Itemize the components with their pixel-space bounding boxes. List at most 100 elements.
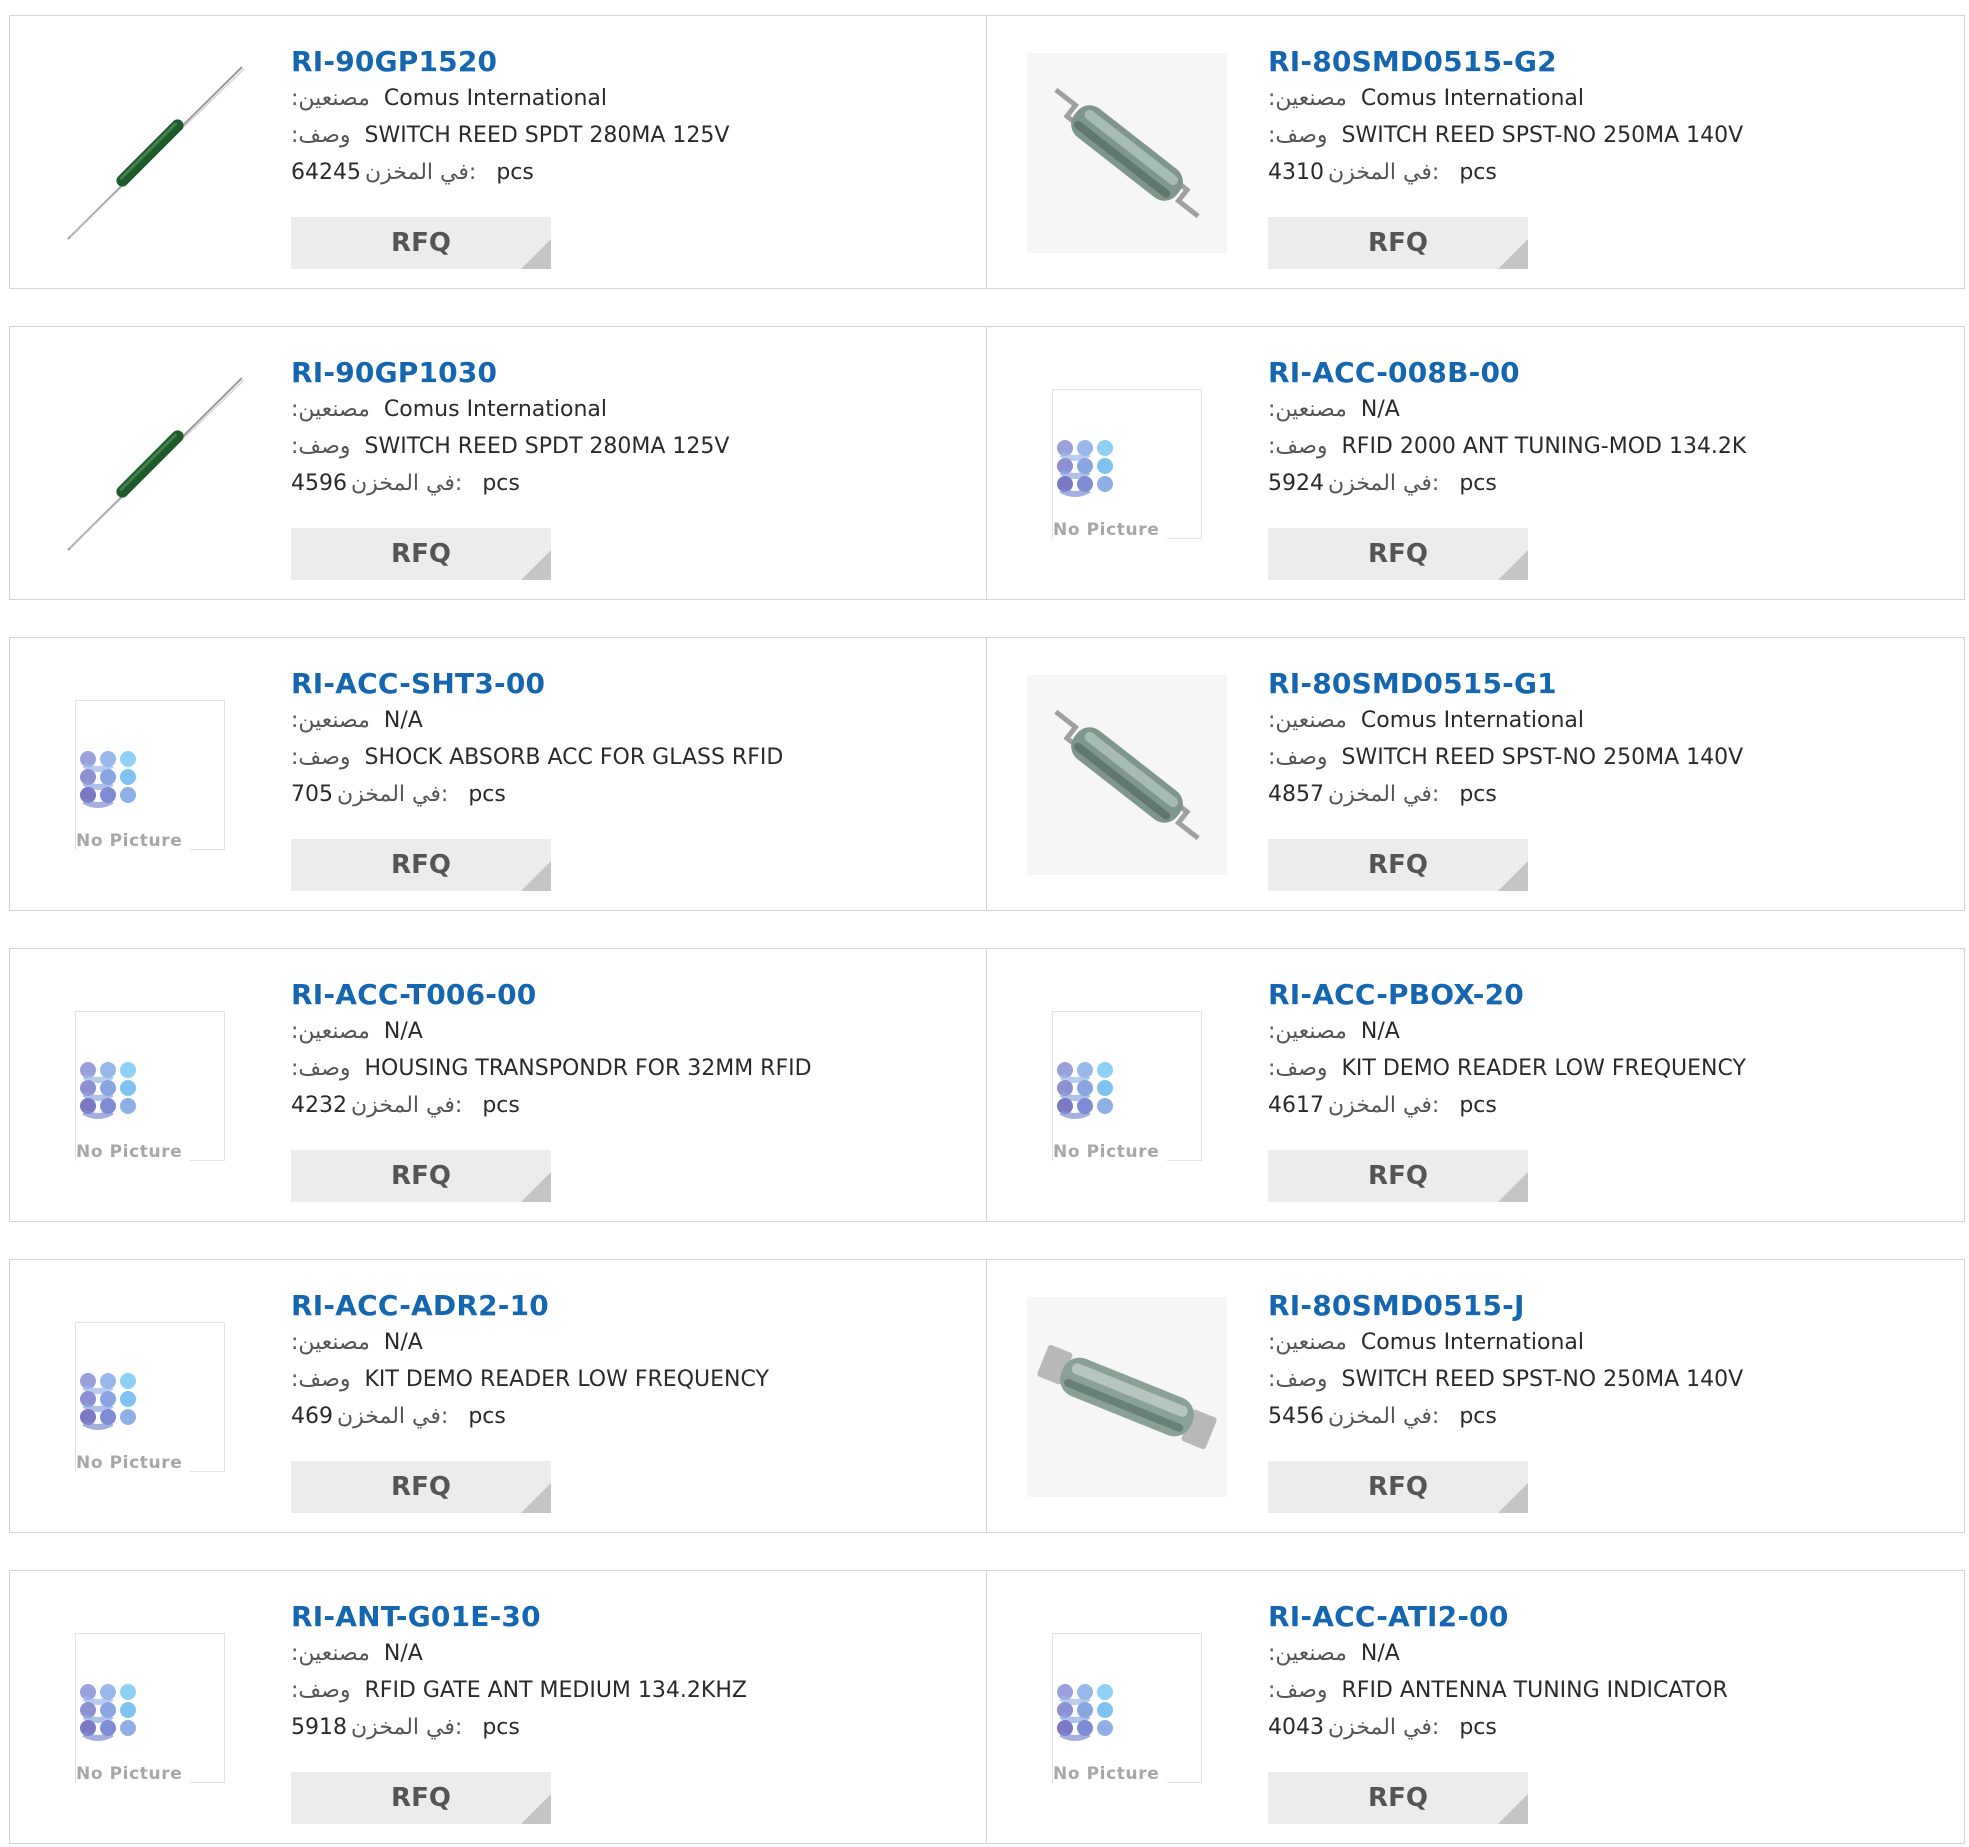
stock-label: في المخزن: xyxy=(1328,1093,1440,1118)
no-picture-placeholder: No Picture xyxy=(75,1322,225,1473)
description-row: :وصف RFID GATE ANT MEDIUM 134.2KHZ xyxy=(291,1672,747,1709)
corner-fold-icon xyxy=(1498,239,1528,269)
manufacturer-value: N/A xyxy=(383,1330,423,1355)
rfq-button[interactable]: RFQ xyxy=(291,839,551,891)
manufacturer-value: Comus International xyxy=(383,397,607,422)
manufacturer-row: :مصنعين N/A xyxy=(1268,1635,1728,1672)
part-number-link[interactable]: RI-90GP1520 xyxy=(291,44,729,80)
product-image[interactable] xyxy=(40,46,260,260)
product-image[interactable] xyxy=(1017,46,1237,260)
rfq-button[interactable]: RFQ xyxy=(1268,528,1528,580)
stock-row: 64245 في المخزن: pcs xyxy=(291,154,729,191)
part-number-link[interactable]: RI-80SMD0515-G2 xyxy=(1268,44,1743,80)
stock-value: 5918 xyxy=(291,1715,347,1740)
product-image[interactable] xyxy=(40,357,260,571)
part-number-link[interactable]: RI-ACC-SHT3-00 xyxy=(291,666,783,702)
manufacturer-row: :مصنعين N/A xyxy=(1268,1013,1746,1050)
rfq-button[interactable]: RFQ xyxy=(1268,217,1528,269)
product-image[interactable]: No Picture xyxy=(1017,979,1237,1193)
product-info: RI-ACC-SHT3-00 :مصنعين N/A :وصف SHOCK ABSO… xyxy=(291,666,783,813)
part-number-link[interactable]: RI-ACC-PBOX-20 xyxy=(1268,977,1746,1013)
product-card: No Picture RI-ACC-ADR2-10 :مصنعين N/A :وص… xyxy=(9,1259,987,1533)
product-info: RI-ACC-PBOX-20 :مصنعين N/A :وصف KIT DEMO R… xyxy=(1268,977,1746,1124)
stock-label: في المخزن: xyxy=(351,1715,463,1740)
no-picture-icon xyxy=(80,1684,136,1741)
stock-unit: pcs xyxy=(468,782,506,807)
rfq-button[interactable]: RFQ xyxy=(1268,1461,1528,1513)
manufacturer-value: Comus International xyxy=(383,86,607,111)
no-picture-placeholder: No Picture xyxy=(1052,389,1202,540)
rfq-button[interactable]: RFQ xyxy=(1268,1150,1528,1202)
description-value: RFID ANTENNA TUNING INDICATOR xyxy=(1341,1678,1728,1703)
manufacturer-value: N/A xyxy=(1360,1641,1400,1666)
rfq-button[interactable]: RFQ xyxy=(291,1461,551,1513)
no-picture-label: No Picture xyxy=(76,1142,191,1162)
product-image[interactable]: No Picture xyxy=(40,668,260,882)
part-number-link[interactable]: RI-ACC-008B-00 xyxy=(1268,355,1746,391)
no-picture-placeholder: No Picture xyxy=(1052,1633,1202,1784)
part-number-link[interactable]: RI-80SMD0515-G1 xyxy=(1268,666,1743,702)
manufacturer-label: :مصنعين xyxy=(291,1330,370,1355)
no-picture-placeholder: No Picture xyxy=(75,1011,225,1162)
rfq-button[interactable]: RFQ xyxy=(1268,1772,1528,1824)
part-number-link[interactable]: RI-80SMD0515-J xyxy=(1268,1288,1743,1324)
reed-switch-smd-icon xyxy=(1027,675,1227,875)
rfq-button[interactable]: RFQ xyxy=(291,217,551,269)
product-image[interactable]: No Picture xyxy=(1017,1601,1237,1815)
part-number-link[interactable]: RI-ACC-ADR2-10 xyxy=(291,1288,769,1324)
product-card: No Picture RI-ACC-ATI2-00 :مصنعين N/A :وص… xyxy=(987,1570,1965,1844)
stock-value: 4232 xyxy=(291,1093,347,1118)
no-picture-label: No Picture xyxy=(76,831,191,851)
no-picture-label: No Picture xyxy=(1053,1142,1168,1162)
stock-label: في المخزن: xyxy=(1328,782,1440,807)
no-picture-label: No Picture xyxy=(76,1764,191,1784)
product-image[interactable]: No Picture xyxy=(1017,357,1237,571)
product-info: RI-80SMD0515-J :مصنعين Comus Internationa… xyxy=(1268,1288,1743,1435)
manufacturer-label: :مصنعين xyxy=(1268,397,1347,422)
no-picture-icon xyxy=(80,1373,136,1430)
description-row: :وصف RFID ANTENNA TUNING INDICATOR xyxy=(1268,1672,1728,1709)
rfq-button[interactable]: RFQ xyxy=(291,528,551,580)
rfq-button[interactable]: RFQ xyxy=(291,1772,551,1824)
manufacturer-value: N/A xyxy=(383,1641,423,1666)
rfq-label: RFQ xyxy=(1368,1161,1428,1191)
stock-value: 5456 xyxy=(1268,1404,1324,1429)
product-card: No Picture RI-ACC-SHT3-00 :مصنعين N/A :وص… xyxy=(9,637,987,911)
manufacturer-label: :مصنعين xyxy=(291,86,370,111)
rfq-label: RFQ xyxy=(1368,850,1428,880)
description-label: :وصف xyxy=(291,123,351,148)
part-number-link[interactable]: RI-90GP1030 xyxy=(291,355,729,391)
description-value: SWITCH REED SPDT 280MA 125V xyxy=(364,434,730,459)
product-image[interactable] xyxy=(1017,1290,1237,1504)
stock-label: في المخزن: xyxy=(365,160,477,185)
corner-fold-icon xyxy=(1498,1794,1528,1824)
description-label: :وصف xyxy=(1268,1056,1328,1081)
part-number-link[interactable]: RI-ACC-T006-00 xyxy=(291,977,812,1013)
product-grid: RI-90GP1520 :مصنعين Comus International :… xyxy=(9,15,1965,1844)
manufacturer-row: :مصنعين N/A xyxy=(291,702,783,739)
stock-value: 4857 xyxy=(1268,782,1324,807)
product-image[interactable]: No Picture xyxy=(40,1601,260,1815)
product-image[interactable] xyxy=(1017,668,1237,882)
description-row: :وصف SWITCH REED SPDT 280MA 125V xyxy=(291,428,729,465)
description-row: :وصف SHOCK ABSORB ACC FOR GLASS RFID xyxy=(291,739,783,776)
part-number-link[interactable]: RI-ACC-ATI2-00 xyxy=(1268,1599,1728,1635)
product-info: RI-ACC-T006-00 :مصنعين N/A :وصف HOUSING TR… xyxy=(291,977,812,1124)
manufacturer-row: :مصنعين N/A xyxy=(1268,391,1746,428)
description-label: :وصف xyxy=(1268,745,1328,770)
rfq-label: RFQ xyxy=(1368,1783,1428,1813)
stock-value: 469 xyxy=(291,1404,333,1429)
manufacturer-value: N/A xyxy=(1360,1019,1400,1044)
description-value: RFID 2000 ANT TUNING-MOD 134.2K xyxy=(1341,434,1747,459)
part-number-link[interactable]: RI-ANT-G01E-30 xyxy=(291,1599,747,1635)
reed-switch-axial-icon xyxy=(67,66,245,240)
rfq-button[interactable]: RFQ xyxy=(1268,839,1528,891)
description-value: SWITCH REED SPST-NO 250MA 140V xyxy=(1341,123,1744,148)
description-row: :وصف RFID 2000 ANT TUNING-MOD 134.2K xyxy=(1268,428,1746,465)
rfq-button[interactable]: RFQ xyxy=(291,1150,551,1202)
product-image[interactable]: No Picture xyxy=(40,979,260,1193)
stock-value: 705 xyxy=(291,782,333,807)
reed-switch-smd-j-icon xyxy=(1027,1297,1227,1497)
product-image[interactable]: No Picture xyxy=(40,1290,260,1504)
no-picture-placeholder: No Picture xyxy=(75,700,225,851)
